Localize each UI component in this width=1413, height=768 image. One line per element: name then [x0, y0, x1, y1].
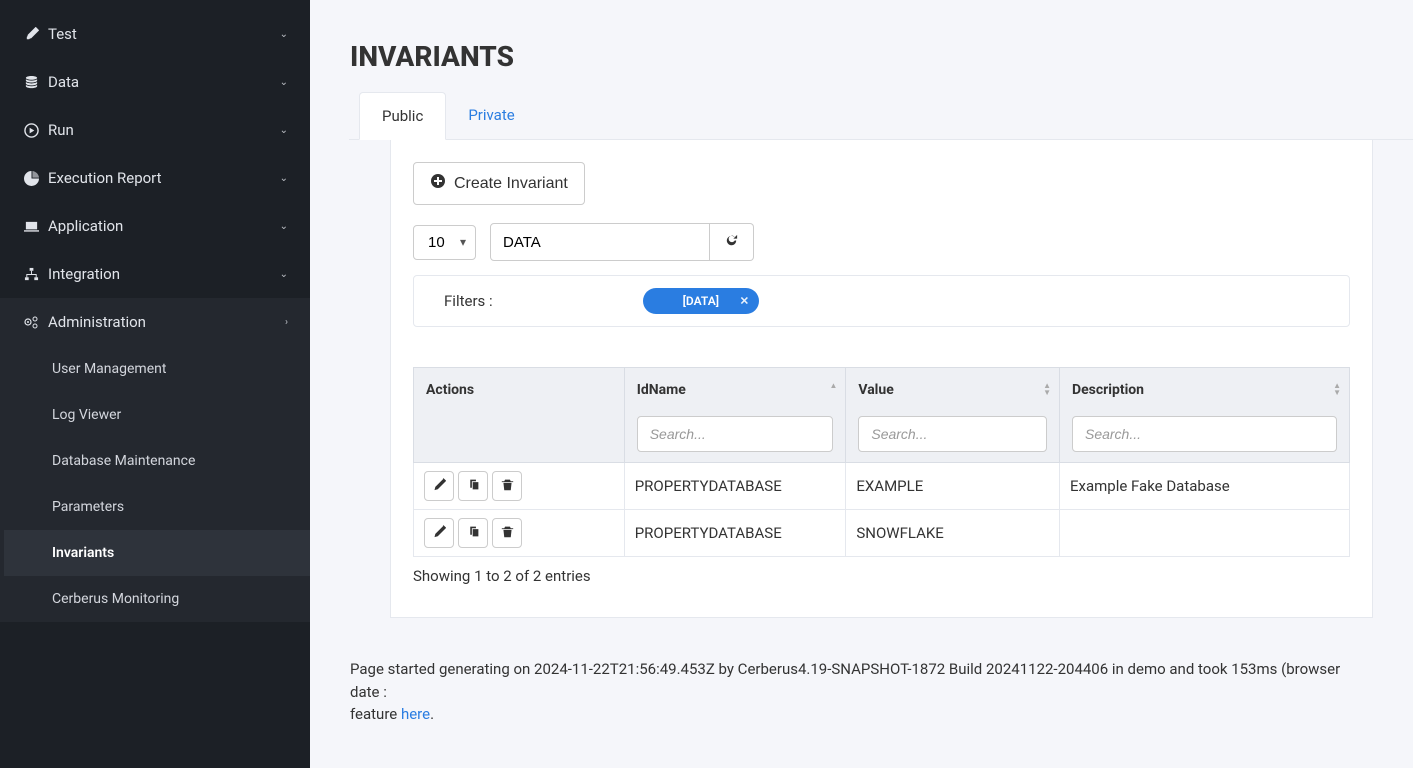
column-search-idname[interactable]	[637, 416, 834, 452]
edit-button[interactable]	[424, 518, 454, 548]
feature-here-link[interactable]: here	[401, 705, 430, 723]
panel-body: Create Invariant 10	[391, 140, 1372, 617]
trash-icon	[501, 525, 514, 541]
database-icon	[22, 75, 40, 90]
cell-value: EXAMPLE	[846, 463, 1060, 510]
filter-chip-data[interactable]: [DATA] ✕	[643, 288, 759, 314]
chevron-down-icon: ⌄	[280, 269, 288, 280]
cell-description: Example Fake Database	[1059, 463, 1349, 510]
delete-button[interactable]	[492, 518, 522, 548]
delete-button[interactable]	[492, 471, 522, 501]
sidebar-section-administration: Administration › User Management Log Vie…	[0, 298, 310, 622]
sidebar-item-parameters[interactable]: Parameters	[4, 484, 310, 530]
chevron-down-icon: ⌄	[280, 221, 288, 232]
pie-chart-icon	[22, 171, 40, 186]
cell-description	[1059, 510, 1349, 557]
row-actions	[424, 518, 614, 548]
invariants-table: Actions IdName ▲ Value ▲▼	[413, 367, 1350, 557]
sidebar-item-label: User Management	[52, 361, 166, 377]
laptop-icon	[22, 219, 40, 234]
sidebar-item-administration[interactable]: Administration ›	[4, 298, 310, 346]
pencil-icon	[433, 525, 446, 541]
edit-button[interactable]	[424, 471, 454, 501]
sort-icon: ▲▼	[1333, 382, 1341, 396]
sitemap-icon	[22, 267, 40, 282]
cell-idname: PROPERTYDATABASE	[624, 463, 846, 510]
sidebar-item-run[interactable]: Run ⌄	[0, 106, 310, 154]
button-label: Create Invariant	[454, 175, 568, 193]
plus-circle-icon	[430, 173, 446, 194]
page-title: INVARIANTS	[310, 0, 1413, 93]
close-icon[interactable]: ✕	[740, 295, 749, 308]
filters-label: Filters :	[444, 292, 493, 310]
trash-icon	[501, 478, 514, 494]
sidebar-item-user-management[interactable]: User Management	[4, 346, 310, 392]
sort-icon: ▲	[829, 382, 837, 389]
chevron-down-icon: ⌄	[280, 173, 288, 184]
sidebar-item-label: Cerberus Monitoring	[52, 591, 179, 607]
sidebar-item-label: Invariants	[52, 545, 114, 561]
sidebar: Test ⌄ Data ⌄ Run ⌄ Execution Report ⌄ A…	[0, 0, 310, 768]
sidebar-item-label: Data	[48, 73, 79, 91]
cell-value: SNOWFLAKE	[846, 510, 1060, 557]
sidebar-item-label: Log Viewer	[52, 407, 121, 423]
refresh-icon	[724, 233, 739, 251]
sidebar-item-database-maintenance[interactable]: Database Maintenance	[4, 438, 310, 484]
sidebar-admin-submenu: User Management Log Viewer Database Main…	[4, 346, 310, 622]
sidebar-item-label: Parameters	[52, 499, 124, 515]
edit-square-icon	[22, 27, 40, 42]
sidebar-item-label: Run	[48, 121, 74, 139]
chevron-down-icon: ⌄	[280, 29, 288, 40]
column-search-description[interactable]	[1072, 416, 1337, 452]
sidebar-item-cerberus-monitoring[interactable]: Cerberus Monitoring	[4, 576, 310, 622]
toolbar-row: 10	[413, 223, 1350, 261]
sidebar-item-label: Administration	[48, 313, 146, 331]
footer-text: Page started generating on 2024-11-22T21…	[310, 638, 1413, 746]
column-search-value[interactable]	[858, 416, 1047, 452]
main-content: INVARIANTS Public Private Create Invaria…	[310, 0, 1413, 768]
filter-chip-label: [DATA]	[683, 294, 719, 308]
sidebar-item-integration[interactable]: Integration ⌄	[0, 250, 310, 298]
chevron-right-icon: ›	[285, 317, 288, 328]
sidebar-item-label: Test	[48, 25, 77, 43]
cell-idname: PROPERTYDATABASE	[624, 510, 846, 557]
copy-icon	[467, 478, 480, 494]
sidebar-item-application[interactable]: Application ⌄	[0, 202, 310, 250]
sidebar-item-label: Execution Report	[48, 169, 162, 187]
sidebar-item-label: Database Maintenance	[52, 453, 195, 469]
sidebar-item-invariants[interactable]: Invariants	[4, 530, 310, 576]
sidebar-item-label: Application	[48, 217, 123, 235]
table-info: Showing 1 to 2 of 2 entries	[413, 557, 1350, 595]
copy-button[interactable]	[458, 518, 488, 548]
cogs-icon	[22, 314, 40, 330]
column-header-value[interactable]: Value ▲▼	[846, 368, 1060, 463]
sort-icon: ▲▼	[1043, 382, 1051, 396]
tabs: Public Private	[349, 92, 1413, 140]
tab-public[interactable]: Public	[359, 92, 446, 140]
copy-button[interactable]	[458, 471, 488, 501]
copy-icon	[467, 525, 480, 541]
refresh-button[interactable]	[710, 223, 754, 261]
sidebar-item-test[interactable]: Test ⌄	[0, 10, 310, 58]
sidebar-item-execution-report[interactable]: Execution Report ⌄	[0, 154, 310, 202]
global-search-input[interactable]	[490, 223, 710, 261]
sidebar-item-data[interactable]: Data ⌄	[0, 58, 310, 106]
row-actions	[424, 471, 614, 501]
column-header-actions: Actions	[414, 368, 625, 463]
pencil-icon	[433, 478, 446, 494]
create-invariant-button[interactable]: Create Invariant	[413, 162, 585, 205]
chevron-down-icon: ⌄	[280, 125, 288, 136]
column-header-idname[interactable]: IdName ▲	[624, 368, 846, 463]
column-header-description[interactable]: Description ▲▼	[1059, 368, 1349, 463]
page-size-select[interactable]: 10	[413, 225, 476, 260]
chevron-down-icon: ⌄	[280, 77, 288, 88]
filters-bar: Filters : [DATA] ✕	[413, 275, 1350, 327]
sidebar-item-log-viewer[interactable]: Log Viewer	[4, 392, 310, 438]
table-row: PROPERTYDATABASE SNOWFLAKE	[414, 510, 1350, 557]
brand-logo-fragment	[0, 0, 310, 10]
play-circle-icon	[22, 123, 40, 138]
sidebar-item-label: Integration	[48, 265, 120, 283]
tab-private[interactable]: Private	[446, 92, 536, 139]
table-row: PROPERTYDATABASE EXAMPLE Example Fake Da…	[414, 463, 1350, 510]
